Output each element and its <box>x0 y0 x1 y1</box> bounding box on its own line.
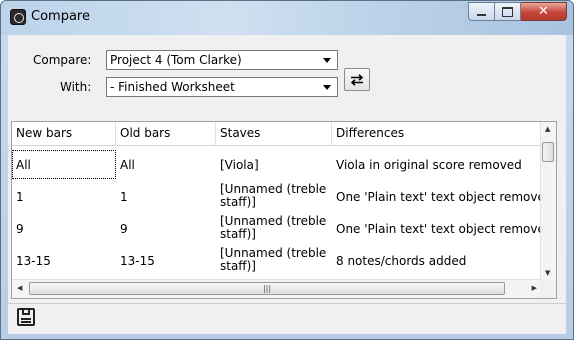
maximize-icon <box>502 6 513 17</box>
horizontal-scrollbar[interactable]: ◀ ||| ▶ <box>12 279 542 298</box>
column-header-old-bars[interactable]: Old bars <box>116 122 216 145</box>
table-header: New bars Old bars Staves Differences <box>12 122 542 146</box>
differences-table: New bars Old bars Staves Differences All… <box>11 121 557 299</box>
bottom-toolbar <box>8 303 566 334</box>
cell-staves: [Unnamed (treble staff)] <box>220 247 327 273</box>
compare-window: Compare ✕ Compare: Project 4 (Tom Clarke… <box>0 0 574 340</box>
horizontal-scroll-thumb[interactable]: ||| <box>29 282 505 295</box>
table-row[interactable]: 1 1 [Unnamed (treble staff)] One 'Plain … <box>12 183 542 211</box>
cell-old-bars: 1 <box>120 190 128 204</box>
cell-old-bars: All <box>120 157 135 172</box>
vertical-scrollbar[interactable]: ▲ ▼ <box>540 122 556 280</box>
minimize-button[interactable] <box>468 2 495 21</box>
chevron-down-icon <box>323 58 331 63</box>
scroll-up-arrow-icon[interactable]: ▲ <box>545 125 550 133</box>
cell-old-bars: 13-15 <box>120 254 155 268</box>
cell-staves: [Unnamed (treble staff)] <box>220 183 327 209</box>
scroll-right-arrow-icon[interactable]: ▶ <box>532 284 537 292</box>
cell-differences: 8 notes/chords added <box>336 254 467 268</box>
grip-icon: ||| <box>262 284 272 293</box>
swap-arrows-icon <box>350 73 364 86</box>
close-icon: ✕ <box>538 4 549 19</box>
cell-new-bars: 13-15 <box>16 254 51 268</box>
client-area: Compare: Project 4 (Tom Clarke) With: - … <box>8 35 566 334</box>
with-label: With: <box>60 80 92 94</box>
cell-new-bars: All <box>12 150 116 179</box>
compare-select-value: Project 4 (Tom Clarke) <box>110 53 242 67</box>
compare-select[interactable]: Project 4 (Tom Clarke) <box>106 50 338 70</box>
compare-label: Compare: <box>33 53 92 67</box>
cell-differences: One 'Plain text' text object removed <box>336 222 542 236</box>
table-row[interactable]: 13-15 13-15 [Unnamed (treble staff)] 8 n… <box>12 247 542 275</box>
cell-old-bars: 9 <box>120 222 128 236</box>
title-bar[interactable]: Compare ✕ <box>1 1 573 35</box>
save-icon[interactable] <box>17 308 35 326</box>
chevron-down-icon <box>323 85 331 90</box>
cell-differences: One 'Plain text' text object removed <box>336 190 542 204</box>
scrollbar-corner <box>540 280 556 298</box>
scroll-down-arrow-icon[interactable]: ▼ <box>545 269 550 277</box>
vertical-scroll-thumb[interactable] <box>542 142 554 162</box>
table-row[interactable]: 9 9 [Unnamed (treble staff)] One 'Plain … <box>12 215 542 243</box>
cell-staves: [Unnamed (treble staff)] <box>220 215 327 241</box>
minimize-icon <box>477 13 486 16</box>
column-header-differences[interactable]: Differences <box>332 122 542 145</box>
cell-staves: [Viola] <box>220 157 259 172</box>
maximize-button[interactable] <box>495 2 521 21</box>
with-select[interactable]: - Finished Worksheet <box>106 77 338 97</box>
scroll-left-arrow-icon[interactable]: ◀ <box>17 284 22 292</box>
close-button[interactable]: ✕ <box>521 2 567 21</box>
column-header-staves[interactable]: Staves <box>216 122 332 145</box>
app-icon[interactable] <box>10 9 26 25</box>
swap-button[interactable] <box>344 68 370 91</box>
column-header-new-bars[interactable]: New bars <box>12 122 116 145</box>
window-title: Compare <box>31 9 90 24</box>
cell-new-bars: 1 <box>16 190 24 204</box>
cell-new-bars: 9 <box>16 222 24 236</box>
window-controls: ✕ <box>468 2 567 22</box>
with-select-value: - Finished Worksheet <box>110 80 235 94</box>
cell-differences: Viola in original score removed <box>336 157 522 172</box>
compare-panel: Compare: Project 4 (Tom Clarke) With: - … <box>8 35 566 117</box>
table-row[interactable]: All All [Viola] Viola in original score … <box>12 150 542 179</box>
